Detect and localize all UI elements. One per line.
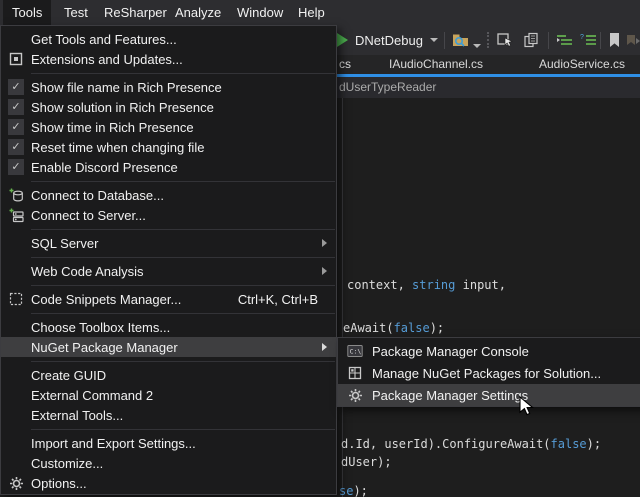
indent-lines-icon [556, 33, 573, 48]
gear-icon [348, 388, 363, 403]
svg-text:C:\: C:\ [350, 348, 362, 356]
svg-text:?: ? [580, 34, 584, 41]
toggle-bookmark-button[interactable] [608, 25, 621, 55]
menu-item-enable-discord-presence[interactable]: ✓ Enable Discord Presence [1, 157, 336, 177]
run-configuration-caret[interactable] [430, 25, 438, 55]
menu-separator [1, 281, 336, 289]
extensions-icon [9, 52, 23, 66]
copy-icon [523, 32, 540, 49]
select-element-button[interactable] [497, 25, 515, 55]
chevron-down-icon [473, 44, 481, 48]
code-line: eAwait(false); [343, 321, 444, 335]
checkmark-icon: ✓ [8, 139, 24, 155]
menu-item-show-file-name[interactable]: ✓ Show file name in Rich Presence [1, 77, 336, 97]
menu-item-code-snippets-manager[interactable]: Code Snippets Manager... Ctrl+K, Ctrl+B [1, 289, 336, 309]
menu-item-extensions-and-updates[interactable]: Extensions and Updates... [1, 49, 336, 69]
format-selection-button[interactable]: ? [580, 25, 597, 55]
find-in-files-button[interactable] [452, 25, 470, 55]
code-line: d.Id, userId).ConfigureAwait(false); [341, 437, 601, 451]
tools-menu: Get Tools and Features... Extensions and… [0, 25, 337, 495]
bookmark-icon [608, 32, 621, 48]
menu-item-web-code-analysis[interactable]: Web Code Analysis [1, 261, 336, 281]
document-tab[interactable]: cs [339, 55, 351, 74]
toolbar-separator [548, 25, 549, 55]
snippets-icon [9, 292, 23, 306]
pointer-arrow-icon [519, 396, 534, 417]
menu-separator [1, 69, 336, 77]
indent-lines-2-icon: ? [580, 33, 597, 48]
nuget-package-manager-submenu: C:\ Package Manager Console Manage NuGet… [337, 337, 640, 407]
menubar-item-resharper[interactable]: ReSharper [95, 0, 176, 25]
mouse-cursor [519, 396, 534, 417]
menubar-item-help[interactable]: Help [289, 0, 334, 25]
run-configuration-label: DNetDebug [355, 33, 423, 48]
code-line: se); [339, 484, 368, 497]
menu-item-sql-server[interactable]: SQL Server [1, 233, 336, 253]
main-menubar: Tools Test ReSharper Analyze Window Help [0, 0, 640, 25]
nuget-package-icon [348, 366, 362, 380]
grip-dots-icon [487, 32, 489, 48]
format-document-button[interactable] [556, 25, 573, 55]
menu-separator [1, 253, 336, 261]
menu-item-show-solution[interactable]: ✓ Show solution in Rich Presence [1, 97, 336, 117]
submenu-arrow-icon [322, 267, 327, 275]
toolbar-separator [600, 25, 601, 55]
menu-shortcut: Ctrl+K, Ctrl+B [238, 292, 318, 307]
submenu-arrow-icon [322, 343, 327, 351]
menu-separator [1, 357, 336, 365]
breadcrumb[interactable]: dUserTypeReader [339, 80, 436, 94]
menu-item-choose-toolbox-items[interactable]: Choose Toolbox Items... [1, 317, 336, 337]
menu-item-customize[interactable]: Customize... [1, 453, 336, 473]
menu-item-reset-time[interactable]: ✓ Reset time when changing file [1, 137, 336, 157]
database-icon [9, 188, 24, 203]
submenu-item-package-manager-settings[interactable]: Package Manager Settings [338, 384, 640, 406]
run-configuration-dropdown[interactable]: DNetDebug [355, 25, 423, 55]
pointer-box-icon [497, 32, 515, 48]
next-bookmark-button[interactable] [626, 25, 640, 55]
menu-item-import-export-settings[interactable]: Import and Export Settings... [1, 433, 336, 453]
menu-separator [1, 177, 336, 185]
menu-item-external-command-2[interactable]: External Command 2 [1, 385, 336, 405]
submenu-item-manage-nuget-packages[interactable]: Manage NuGet Packages for Solution... [338, 362, 640, 384]
checkmark-icon: ✓ [8, 159, 24, 175]
menubar-item-test[interactable]: Test [55, 0, 97, 25]
menu-item-options[interactable]: Options... [1, 473, 336, 493]
menubar-item-analyze[interactable]: Analyze [166, 0, 230, 25]
submenu-item-package-manager-console[interactable]: C:\ Package Manager Console [338, 340, 640, 362]
menu-separator [1, 425, 336, 433]
menu-separator [1, 225, 336, 233]
menu-item-connect-to-database[interactable]: Connect to Database... [1, 185, 336, 205]
copy-button[interactable] [523, 25, 540, 55]
menu-item-external-tools[interactable]: External Tools... [1, 405, 336, 425]
menubar-item-tools[interactable]: Tools [3, 0, 51, 25]
find-in-files-icon [452, 31, 470, 49]
run-button[interactable] [337, 25, 348, 55]
gear-icon [9, 476, 24, 491]
menubar-item-window[interactable]: Window [228, 0, 292, 25]
document-tab[interactable]: AudioService.cs [539, 55, 625, 74]
chevron-down-icon [430, 38, 438, 42]
checkmark-icon: ✓ [8, 79, 24, 95]
code-line: context, string input, [347, 278, 506, 292]
checkmark-icon: ✓ [8, 99, 24, 115]
toolbar-drag-handle[interactable] [487, 25, 489, 55]
submenu-arrow-icon [322, 239, 327, 247]
menu-item-nuget-package-manager[interactable]: NuGet Package Manager [1, 337, 336, 357]
document-tab[interactable]: IAudioChannel.cs [389, 55, 483, 74]
menu-item-create-guid[interactable]: Create GUID [1, 365, 336, 385]
checkmark-icon: ✓ [8, 119, 24, 135]
menu-item-connect-to-server[interactable]: Connect to Server... [1, 205, 336, 225]
code-line: dUser); [341, 455, 392, 469]
disabled-partial-icon [626, 32, 640, 48]
toolbar-separator [444, 25, 445, 55]
run-icon [337, 33, 348, 47]
visual-studio-window: context, string input, eAwait(false); d.… [0, 0, 640, 497]
menu-item-show-time[interactable]: ✓ Show time in Rich Presence [1, 117, 336, 137]
console-icon: C:\ [347, 344, 363, 358]
menu-separator [1, 309, 336, 317]
menu-item-get-tools-and-features[interactable]: Get Tools and Features... [1, 29, 336, 49]
server-icon [9, 208, 24, 223]
